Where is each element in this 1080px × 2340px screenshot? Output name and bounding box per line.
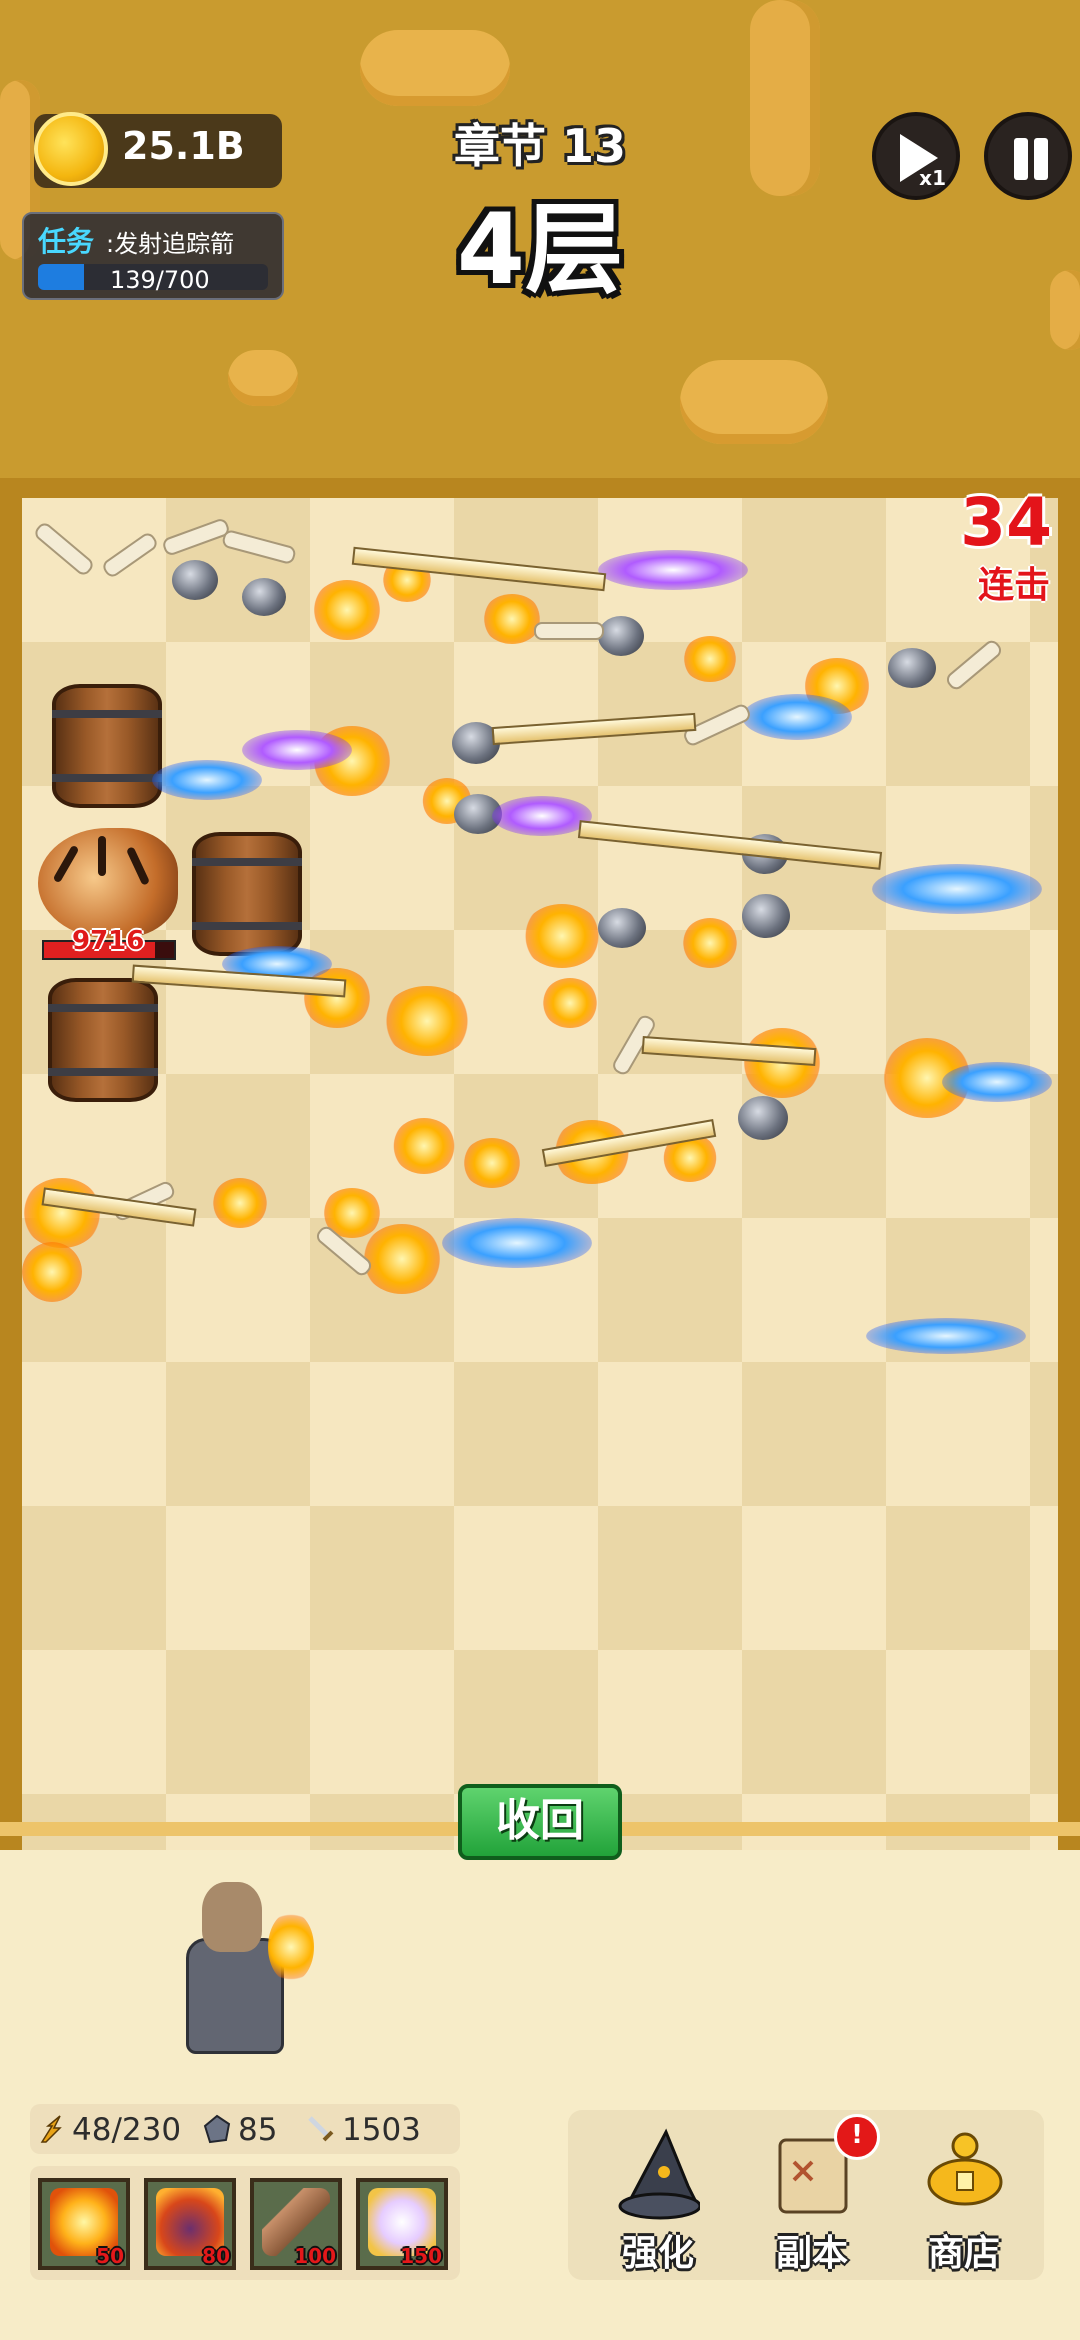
pillar-decoration — [1050, 270, 1080, 350]
enemy-hp-value: 9716 — [72, 926, 145, 956]
cloud-decoration — [360, 30, 510, 106]
rock-projectile — [888, 648, 936, 688]
rock-projectile — [172, 560, 218, 600]
skills-bar: 50 80 100 150 — [30, 2166, 460, 2280]
shop-button[interactable]: 商店 — [894, 2126, 1034, 2276]
pause-icon — [1034, 138, 1048, 180]
pillar-decoration — [750, 0, 820, 196]
ore-icon — [203, 2114, 231, 2144]
task-progress-text: 139/700 — [110, 266, 210, 294]
task-progress-fill — [38, 264, 84, 290]
sword-icon — [308, 2116, 334, 2142]
stats-bar: 48/230 85 1503 — [30, 2104, 460, 2154]
skill-cost: 100 — [294, 2244, 336, 2268]
bottom-menu: 强化 ! 副本 商店 — [568, 2110, 1044, 2280]
task-panel[interactable]: 任务 :发射追踪箭 139/700 — [22, 212, 284, 300]
player-head — [202, 1882, 262, 1952]
combo-label: 连击 — [977, 565, 1050, 606]
upgrade-label: 强化 — [621, 2233, 694, 2274]
purple-arrow-projectile — [598, 550, 748, 590]
homing-arrow-projectile — [442, 1218, 592, 1268]
upgrade-button[interactable]: 强化 — [588, 2126, 728, 2276]
fire-axe-projectile — [362, 1224, 442, 1294]
coin-counter: 25.1B — [34, 112, 282, 188]
floor-title: 4层 — [456, 193, 624, 307]
skill-slot-rock-spikes[interactable]: 100 — [250, 2178, 342, 2270]
recall-button[interactable]: 收回 — [458, 1784, 622, 1860]
dungeon-button[interactable]: ! 副本 — [742, 2114, 882, 2276]
combo-count: 34 — [960, 484, 1052, 561]
bone-projectile — [32, 520, 96, 578]
homing-arrow-projectile — [866, 1318, 1026, 1354]
bone-projectile — [943, 637, 1005, 693]
chapter-title: 章节 13 — [453, 119, 627, 173]
player-fire-charge — [268, 1912, 314, 1982]
fire-axe-projectile — [522, 904, 602, 968]
skill-cost: 80 — [202, 2244, 230, 2268]
ore-value: 85 — [238, 2112, 278, 2148]
bone-projectile — [534, 622, 604, 640]
energy-value: 48/230 — [72, 2112, 182, 2148]
shop-coin-icon — [927, 2132, 1003, 2206]
energy-icon — [40, 2115, 62, 2143]
tiger-stripe — [52, 844, 80, 884]
sword-projectile — [577, 820, 883, 870]
tiger-stripe — [125, 846, 151, 886]
fire-axe-projectile — [682, 918, 738, 968]
fire-axe-projectile — [312, 580, 382, 640]
fire-axe-projectile — [462, 1138, 522, 1188]
purple-arrow-projectile — [242, 730, 352, 770]
cloud-decoration — [228, 350, 298, 406]
coin-icon — [34, 112, 108, 186]
skill-cost: 150 — [400, 2244, 442, 2268]
speed-multiplier: x1 — [919, 166, 946, 190]
homing-arrow-projectile — [872, 864, 1042, 914]
dungeon-alert-badge: ! — [834, 2114, 880, 2160]
rock-projectile — [598, 616, 644, 656]
homing-arrow-projectile — [742, 694, 852, 740]
fire-axe-projectile — [22, 1242, 82, 1302]
purple-arrow-projectile — [492, 796, 592, 836]
barrel-obstacle — [192, 832, 302, 956]
rock-projectile — [598, 908, 646, 948]
tiger-enemy — [38, 828, 178, 938]
fire-axe-projectile — [22, 1178, 102, 1248]
barrel-obstacle — [52, 684, 162, 808]
skill-slot-fire-demon[interactable]: 80 — [144, 2178, 236, 2270]
fire-axe-projectile — [212, 1178, 268, 1228]
attack-value: 1503 — [342, 2112, 421, 2148]
fire-axe-projectile — [482, 594, 542, 644]
rock-projectile — [242, 578, 286, 616]
wizard-hat-icon — [618, 2128, 700, 2220]
skill-slot-angel[interactable]: 150 — [356, 2178, 448, 2270]
sword-projectile — [491, 712, 697, 746]
speed-button[interactable]: x1 — [872, 112, 960, 200]
barrel-obstacle — [48, 978, 158, 1102]
skill-slot-explosion[interactable]: 50 — [38, 2178, 130, 2270]
bone-projectile — [160, 516, 232, 558]
game-board[interactable] — [22, 498, 1058, 1850]
task-label: 任务 — [38, 225, 95, 258]
player-character — [180, 1882, 284, 2054]
fire-axe-projectile — [392, 1118, 456, 1174]
homing-arrow-projectile — [942, 1062, 1052, 1102]
cloud-decoration — [680, 360, 828, 444]
pause-icon — [1014, 138, 1028, 180]
fire-axe-projectile — [382, 986, 472, 1056]
skill-cost: 50 — [96, 2244, 124, 2268]
bone-projectile — [220, 528, 298, 566]
dungeon-label: 副本 — [775, 2233, 848, 2274]
rock-projectile — [742, 894, 790, 938]
pause-button[interactable] — [984, 112, 1072, 200]
fire-axe-projectile — [542, 978, 598, 1028]
homing-arrow-projectile — [152, 760, 262, 800]
task-description: :发射追踪箭 — [106, 230, 235, 258]
bone-projectile — [100, 530, 160, 580]
rock-projectile — [738, 1096, 788, 1140]
coin-amount: 25.1B — [122, 124, 245, 168]
shop-label: 商店 — [927, 2233, 1000, 2274]
tiger-stripe — [98, 836, 106, 876]
fire-axe-projectile — [682, 636, 738, 682]
